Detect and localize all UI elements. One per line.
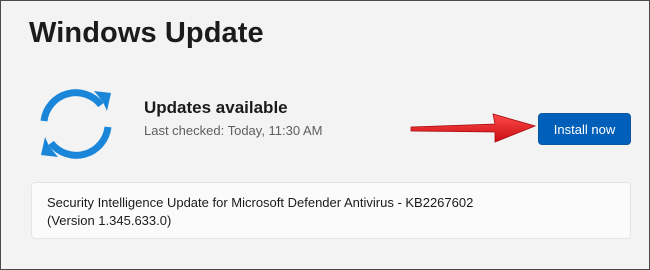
- update-name: Security Intelligence Update for Microso…: [47, 195, 474, 210]
- windows-update-window: Windows Update Updates available Last ch…: [0, 0, 650, 270]
- page-title: Windows Update: [29, 17, 264, 49]
- status-title: Updates available: [144, 98, 288, 117]
- update-list-item: Security Intelligence Update for Microso…: [31, 182, 631, 239]
- update-description: Security Intelligence Update for Microso…: [47, 194, 607, 230]
- sync-arrows-icon: [40, 89, 112, 159]
- red-arrow-annotation-icon: [410, 113, 537, 143]
- install-now-button[interactable]: Install now: [538, 113, 631, 145]
- last-checked-text: Last checked: Today, 11:30 AM: [144, 123, 323, 138]
- update-version: (Version 1.345.633.0): [47, 213, 172, 228]
